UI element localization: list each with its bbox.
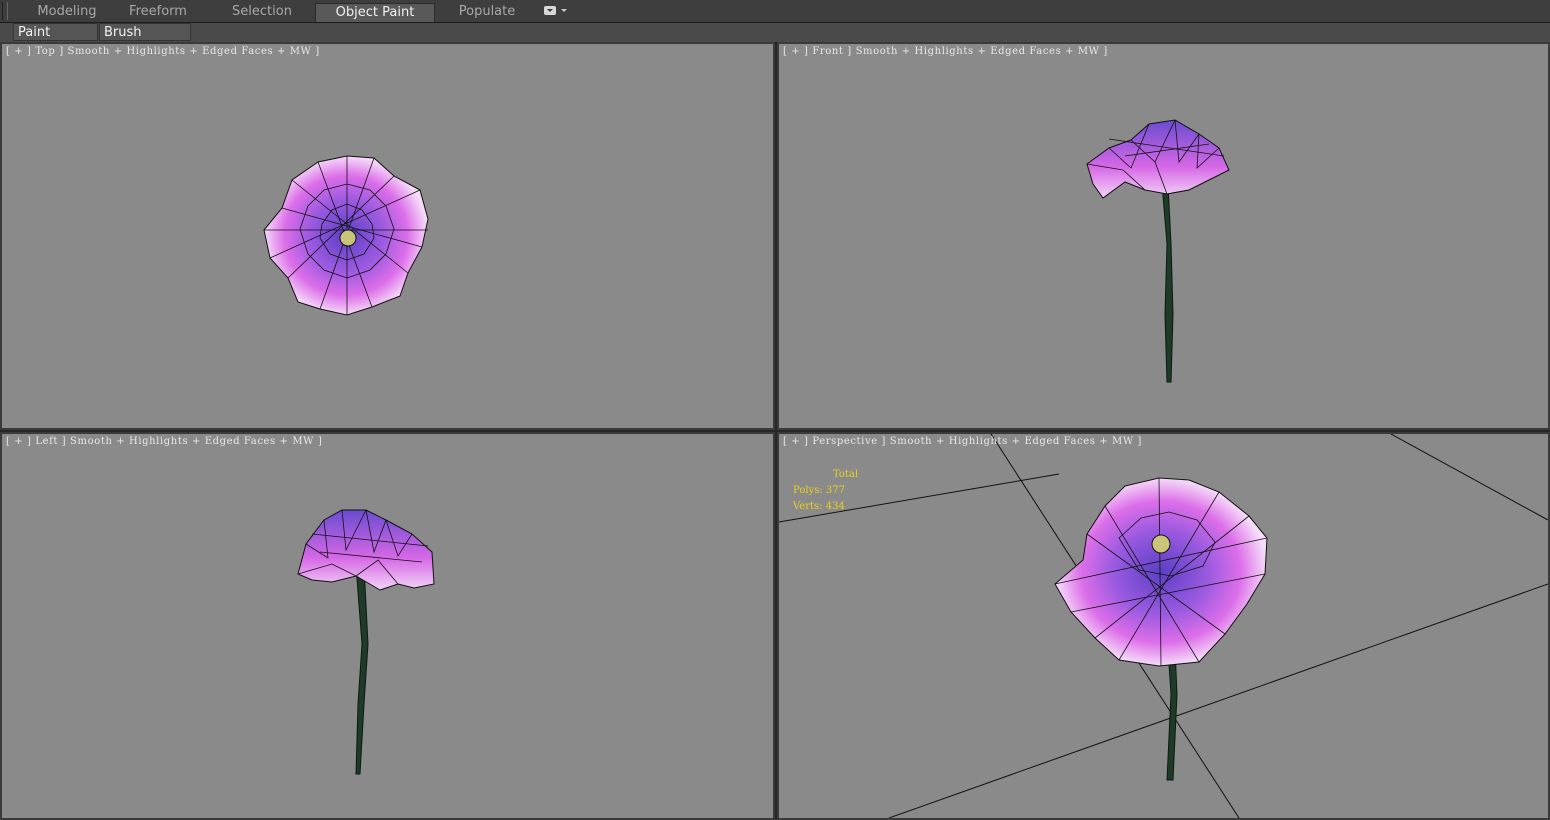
front-view-flower: [1086, 119, 1230, 383]
object-paint-panel-bar: Paint Objects Brush Settings: [0, 23, 1550, 58]
left-view-flower: [297, 509, 435, 775]
ribbon-grip[interactable]: [2, 2, 8, 20]
viewport-label-perspective[interactable]: [ + ] Perspective ] Smooth + Highlights …: [783, 436, 1142, 447]
viewport-left[interactable]: [ + ] Left ] Smooth + Highlights + Edged…: [0, 432, 775, 820]
tab-modeling[interactable]: Modeling: [22, 3, 112, 21]
viewport-front[interactable]: [ + ] Front ] Smooth + Highlights + Edge…: [777, 42, 1550, 430]
top-view-flower: [263, 155, 429, 316]
paint-objects-button[interactable]: Paint Objects: [13, 23, 98, 58]
viewport-label-top[interactable]: [ + ] Top ] Smooth + Highlights + Edged …: [6, 46, 320, 57]
stats-total-label: Total: [833, 469, 859, 480]
tab-freeform[interactable]: Freeform: [114, 3, 202, 21]
stats-verts: Verts: 434: [793, 501, 845, 512]
tab-object-paint[interactable]: Object Paint: [315, 3, 435, 22]
viewport-label-left[interactable]: [ + ] Left ] Smooth + Highlights + Edged…: [6, 436, 322, 447]
brush-settings-button[interactable]: Brush Settings: [99, 23, 191, 58]
tab-populate[interactable]: Populate: [440, 3, 534, 21]
stats-polys: Polys: 377: [793, 485, 845, 496]
perspective-view-flower: [779, 434, 1548, 818]
viewport-perspective[interactable]: [ + ] Perspective ] Smooth + Highlights …: [777, 432, 1550, 820]
display-options-dropdown-icon[interactable]: [542, 5, 568, 19]
scene-statistics: Total Polys: 377 Verts: 434: [793, 467, 858, 515]
viewport-top[interactable]: [ + ] Top ] Smooth + Highlights + Edged …: [0, 42, 775, 430]
viewport-label-front[interactable]: [ + ] Front ] Smooth + Highlights + Edge…: [783, 46, 1108, 57]
ribbon-tab-bar: Modeling Freeform Selection Object Paint…: [0, 0, 1550, 23]
tab-selection[interactable]: Selection: [214, 3, 310, 21]
